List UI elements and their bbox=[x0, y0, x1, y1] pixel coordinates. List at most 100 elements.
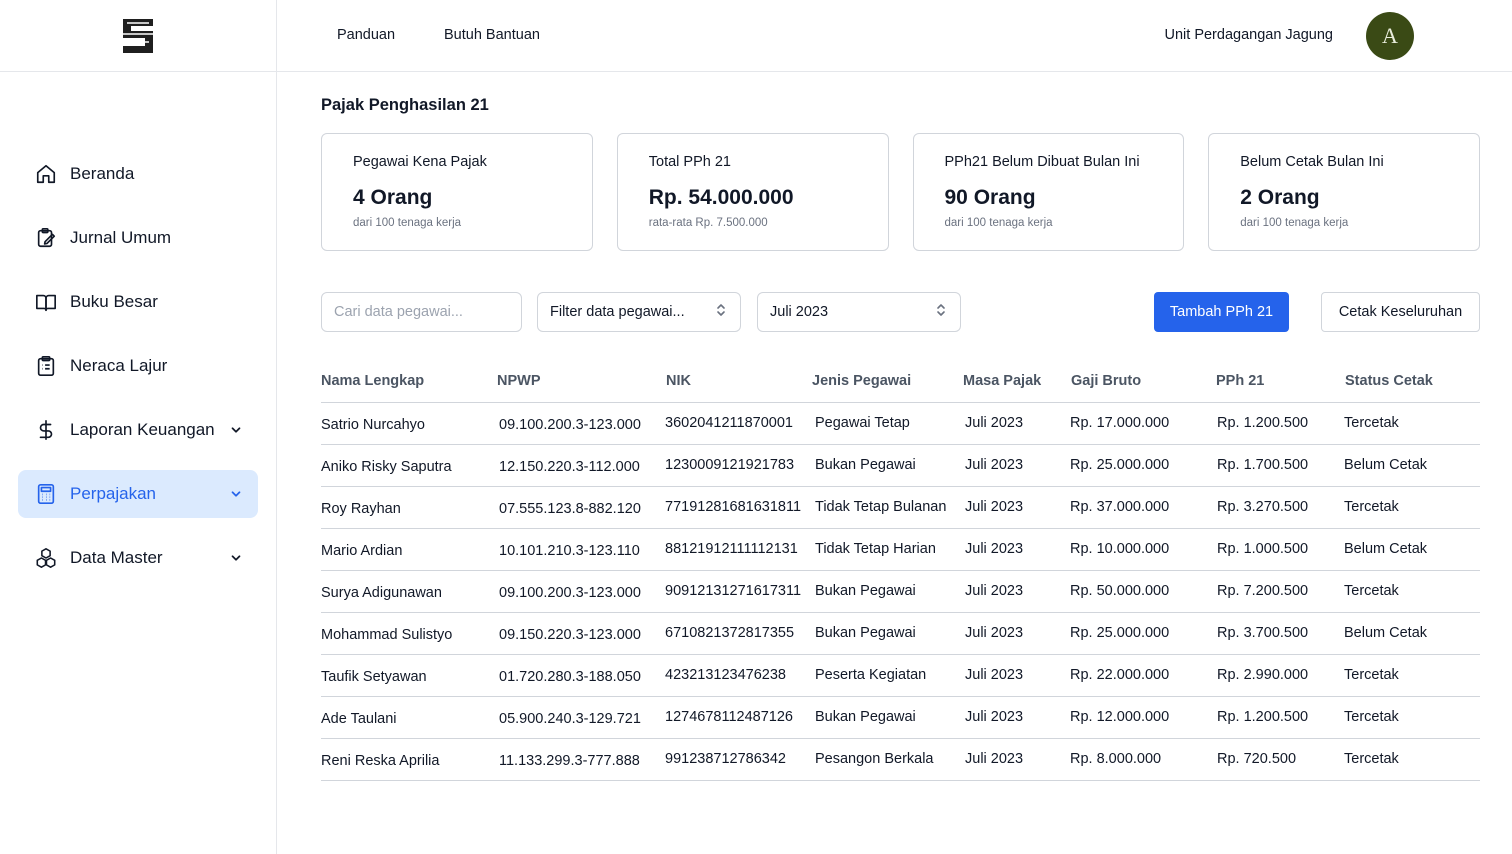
table-row[interactable]: Roy Rayhan 07.555.123.8-882.120 7719128168… bbox=[321, 487, 1480, 529]
chevron-down-icon[interactable] bbox=[228, 422, 244, 438]
cell-gaji-bruto: Rp. 37.000.000 bbox=[1070, 499, 1170, 515]
sidebar: Beranda Jurnal Umum Buku Besar Neraca La… bbox=[0, 0, 277, 854]
cell-pph21: Rp. 1.000.500 bbox=[1217, 541, 1309, 557]
column-header: Jenis Pegawai bbox=[812, 373, 912, 389]
cell-jenis-pegawai: Pesangon Berkala bbox=[815, 751, 934, 767]
table-row[interactable]: Reni Reska Aprilia 11.133.299.3-777.888 99… bbox=[321, 739, 1480, 781]
top-bar: Panduan Butuh Bantuan Unit Perdagangan J… bbox=[277, 0, 1512, 72]
cell-gaji-bruto: Rp. 50.000.000 bbox=[1070, 583, 1170, 599]
cell-nama: Mohammad Sulistyo bbox=[321, 627, 453, 643]
cell-pph21: Rp. 1.200.500 bbox=[1217, 709, 1309, 725]
cell-npwp: 09.100.200.3-123.000 bbox=[499, 585, 641, 601]
sidebar-item-buku-besar[interactable]: Buku Besar bbox=[18, 278, 258, 326]
sidebar-item-laporan-keuangan[interactable]: Laporan Keuangan bbox=[18, 406, 258, 454]
column-header: PPh 21 bbox=[1216, 373, 1265, 389]
card-subtitle: dari 100 tenaga kerja bbox=[944, 217, 1053, 229]
sidebar-item-label: Beranda bbox=[70, 164, 135, 183]
chevron-down-icon[interactable] bbox=[228, 550, 244, 566]
cell-status-cetak: Tercetak bbox=[1344, 751, 1399, 767]
cell-nik: 77191281681631811 bbox=[665, 499, 802, 515]
cell-gaji-bruto: Rp. 8.000.000 bbox=[1070, 751, 1162, 767]
cell-gaji-bruto: Rp. 17.000.000 bbox=[1070, 415, 1170, 431]
table-row[interactable]: Mario Ardian 10.101.210.3-123.110 88121912… bbox=[321, 529, 1480, 571]
period-select-value: Juli 2023 bbox=[770, 304, 829, 320]
card-value: Rp. 54.000.000 bbox=[648, 186, 794, 209]
sidebar-item-beranda[interactable]: Beranda bbox=[18, 150, 258, 198]
table-row[interactable]: Surya Adigunawan 09.100.200.3-123.000 9091… bbox=[321, 571, 1480, 613]
card-pegawai-kena-pajak: Pegawai Kena Pajak 4 Orang dari 100 tena… bbox=[321, 133, 593, 251]
cell-masa-pajak: Juli 2023 bbox=[965, 415, 1024, 431]
link-panduan[interactable]: Panduan bbox=[337, 27, 395, 43]
print-all-button[interactable]: Cetak Keseluruhan bbox=[1321, 292, 1480, 332]
table-row[interactable]: Taufik Setyawan 01.720.280.3-188.050 42321… bbox=[321, 655, 1480, 697]
cell-status-cetak: Tercetak bbox=[1344, 499, 1399, 515]
cell-nik: 1230009121921783 bbox=[665, 457, 795, 473]
cell-status-cetak: Belum Cetak bbox=[1344, 625, 1428, 641]
cell-nik: 1274678112487126 bbox=[665, 709, 793, 725]
column-header: Masa Pajak bbox=[963, 373, 1042, 389]
cell-masa-pajak: Juli 2023 bbox=[965, 499, 1024, 515]
cell-pph21: Rp. 1.700.500 bbox=[1217, 457, 1309, 473]
cell-nik: 6710821372817355 bbox=[665, 625, 795, 641]
card-total-pph21: Total PPh 21 Rp. 54.000.000 rata-rata Rp… bbox=[616, 133, 889, 251]
period-select[interactable]: Juli 2023 bbox=[757, 292, 961, 332]
cell-jenis-pegawai: Bukan Pegawai bbox=[815, 457, 916, 473]
table-row[interactable]: Ade Taulani 05.900.240.3-129.721 127467811… bbox=[321, 697, 1480, 739]
cell-npwp: 12.150.220.3-112.000 bbox=[499, 459, 640, 475]
column-header: NIK bbox=[666, 373, 691, 389]
cell-jenis-pegawai: Peserta Kegiatan bbox=[815, 667, 927, 683]
search-input[interactable] bbox=[321, 292, 522, 332]
sidebar-item-data-master[interactable]: Data Master bbox=[18, 534, 258, 582]
table-row[interactable]: Mohammad Sulistyo 09.150.220.3-123.000 671… bbox=[321, 613, 1480, 655]
card-subtitle: dari 100 tenaga kerja bbox=[353, 217, 462, 229]
chevron-down-icon[interactable] bbox=[228, 486, 244, 502]
cell-pph21: Rp. 3.270.500 bbox=[1217, 499, 1309, 515]
cell-status-cetak: Belum Cetak bbox=[1344, 541, 1428, 557]
filter-select[interactable]: Filter data pegawai... bbox=[537, 292, 741, 332]
cell-masa-pajak: Juli 2023 bbox=[965, 583, 1024, 599]
dollar-icon bbox=[34, 418, 58, 442]
cell-masa-pajak: Juli 2023 bbox=[965, 625, 1024, 641]
chevron-updown-icon bbox=[714, 302, 728, 322]
pph21-table: Nama Lengkap NPWP NIK Jenis Pegawai Masa… bbox=[321, 364, 1480, 781]
card-value: 2 Orang bbox=[1240, 186, 1320, 209]
card-title: Belum Cetak Bulan Ini bbox=[1240, 154, 1384, 170]
add-pph21-button[interactable]: Tambah PPh 21 bbox=[1154, 292, 1289, 332]
page-title: Pajak Penghasilan 21 bbox=[321, 96, 489, 114]
cell-nik: 3602041211870001 bbox=[665, 415, 793, 431]
calculator-icon bbox=[34, 482, 58, 506]
sidebar-nav: Beranda Jurnal Umum Buku Besar Neraca La… bbox=[18, 150, 258, 598]
sidebar-item-perpajakan[interactable]: Perpajakan bbox=[18, 470, 258, 518]
table-body: Satrio Nurcahyo 09.100.200.3-123.000 36020… bbox=[321, 403, 1480, 781]
cell-npwp: 11.133.299.3-777.888 bbox=[499, 753, 640, 769]
cell-nama: Satrio Nurcahyo bbox=[321, 417, 425, 433]
company-logo[interactable] bbox=[115, 13, 161, 59]
cell-pph21: Rp. 720.500 bbox=[1217, 751, 1297, 767]
cell-pph21: Rp. 2.990.000 bbox=[1217, 667, 1309, 683]
cell-nama: Mario Ardian bbox=[321, 543, 403, 559]
sidebar-item-label: Perpajakan bbox=[70, 484, 157, 503]
table-header: Nama Lengkap NPWP NIK Jenis Pegawai Masa… bbox=[321, 364, 1480, 403]
card-title: Pegawai Kena Pajak bbox=[353, 154, 487, 170]
clipboard-edit-icon bbox=[34, 226, 58, 250]
link-butuh-bantuan[interactable]: Butuh Bantuan bbox=[444, 27, 540, 43]
cell-pph21: Rp. 7.200.500 bbox=[1217, 583, 1309, 599]
cell-npwp: 05.900.240.3-129.721 bbox=[499, 711, 641, 727]
avatar[interactable]: A bbox=[1366, 12, 1414, 60]
cell-nama: Aniko Risky Saputra bbox=[321, 459, 452, 475]
table-row[interactable]: Aniko Risky Saputra 12.150.220.3-112.000 1… bbox=[321, 445, 1480, 487]
cell-status-cetak: Belum Cetak bbox=[1344, 457, 1428, 473]
sidebar-item-label: Data Master bbox=[70, 548, 163, 567]
column-header: NPWP bbox=[497, 373, 541, 389]
table-row[interactable]: Satrio Nurcahyo 09.100.200.3-123.000 36020… bbox=[321, 403, 1480, 445]
card-subtitle: rata-rata Rp. 7.500.000 bbox=[648, 217, 768, 229]
cell-gaji-bruto: Rp. 25.000.000 bbox=[1070, 625, 1170, 641]
card-value: 90 Orang bbox=[944, 186, 1036, 209]
cell-jenis-pegawai: Bukan Pegawai bbox=[815, 583, 916, 599]
cubes-icon bbox=[34, 546, 58, 570]
table-controls: Filter data pegawai... Juli 2023 Tambah … bbox=[321, 292, 1480, 332]
sidebar-item-jurnal-umum[interactable]: Jurnal Umum bbox=[18, 214, 258, 262]
cell-status-cetak: Tercetak bbox=[1344, 415, 1399, 431]
sidebar-item-neraca-lajur[interactable]: Neraca Lajur bbox=[18, 342, 258, 390]
cell-npwp: 10.101.210.3-123.110 bbox=[499, 543, 640, 559]
